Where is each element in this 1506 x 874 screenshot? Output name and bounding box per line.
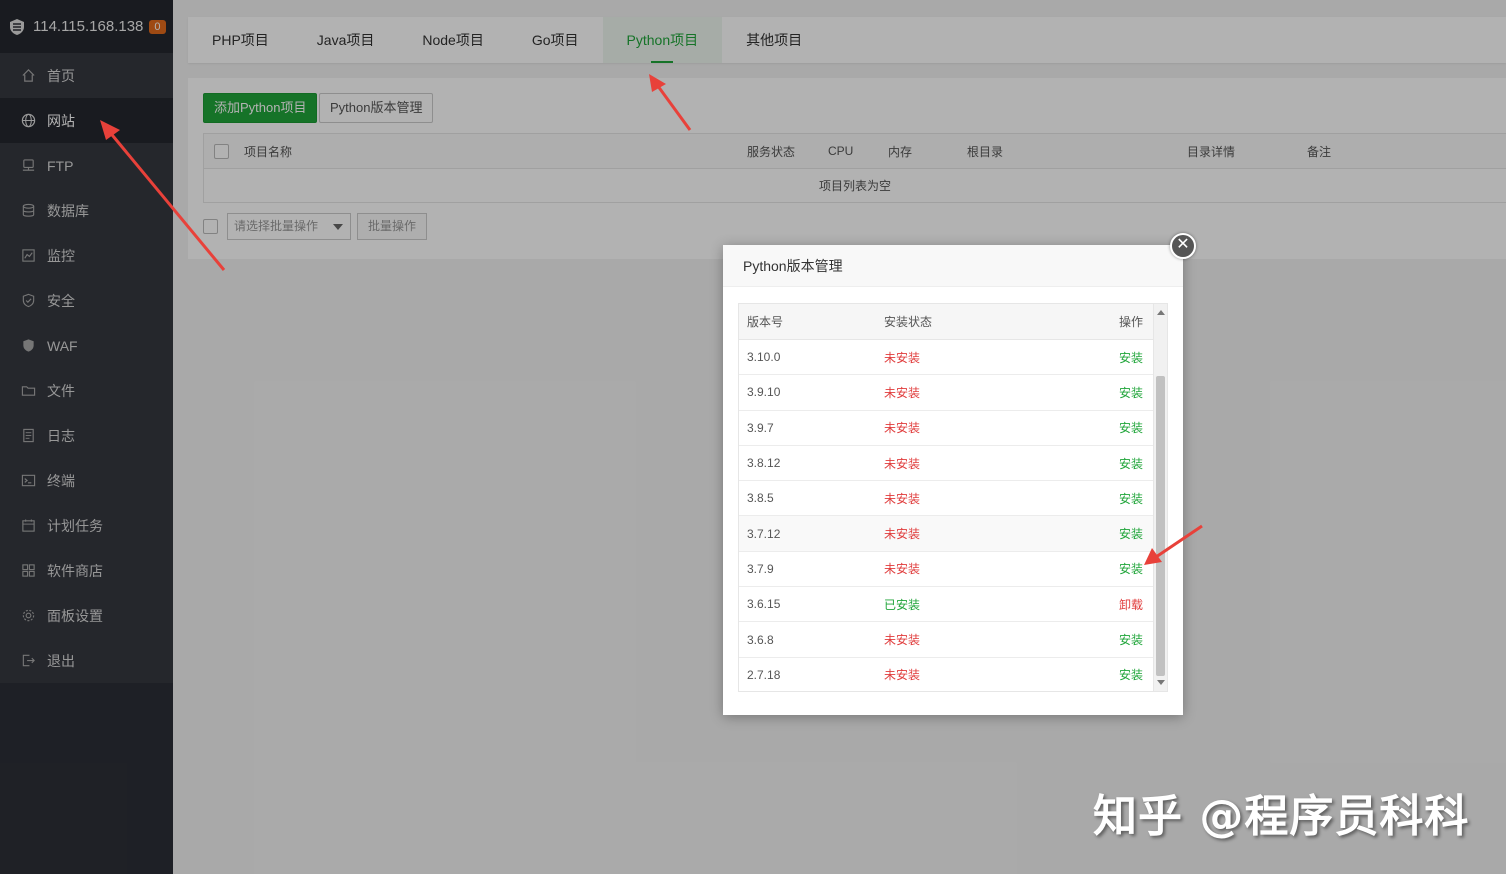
version-number: 3.8.5 bbox=[747, 491, 774, 506]
version-row: 3.9.7 未安装 安装 bbox=[739, 411, 1153, 446]
install-button[interactable]: 安装 bbox=[1119, 384, 1143, 401]
version-number: 3.6.15 bbox=[747, 597, 781, 612]
install-status: 未安装 bbox=[884, 527, 921, 542]
scroll-up-arrow-icon[interactable] bbox=[1157, 310, 1165, 315]
install-status: 未安装 bbox=[884, 421, 921, 436]
version-row: 3.8.5 未安装 安装 bbox=[739, 481, 1153, 517]
version-table-header: 版本号 安装状态 操作 bbox=[739, 304, 1153, 340]
version-row: 3.6.8 未安装 安装 bbox=[739, 622, 1153, 658]
version-number: 3.7.9 bbox=[747, 561, 774, 576]
version-number: 3.9.7 bbox=[747, 420, 774, 435]
version-scrollbar[interactable] bbox=[1153, 304, 1167, 691]
install-button[interactable]: 安装 bbox=[1119, 455, 1143, 472]
version-row: 3.7.9 未安装 安装 bbox=[739, 552, 1153, 588]
version-rows: 3.10.0 未安装 安装 3.9.10 未安装 安装 3.9.7 未安装 安装 3.8.12 未安… bbox=[739, 340, 1167, 691]
version-number: 3.9.10 bbox=[747, 385, 781, 400]
install-button[interactable]: 安装 bbox=[1119, 419, 1143, 436]
install-status: 未安装 bbox=[884, 350, 921, 365]
install-button[interactable]: 安装 bbox=[1119, 631, 1143, 648]
version-row: 3.7.12 未安装 安装 bbox=[739, 516, 1153, 552]
install-button[interactable]: 安装 bbox=[1119, 560, 1143, 577]
version-number: 3.7.12 bbox=[747, 526, 781, 541]
zhihu-watermark: 知乎 @程序员科科 bbox=[1093, 791, 1470, 842]
version-row: 3.6.15 已安装 卸载 bbox=[739, 587, 1153, 623]
col-install-status: 安装状态 bbox=[884, 315, 933, 329]
version-row: 2.7.18 未安装 安装 bbox=[739, 658, 1153, 691]
col-operation: 操作 bbox=[1118, 315, 1143, 329]
version-number: 2.7.18 bbox=[747, 667, 781, 682]
install-button[interactable]: 安装 bbox=[1119, 525, 1143, 542]
version-number: 3.6.8 bbox=[747, 632, 774, 647]
version-row: 3.9.10 未安装 安装 bbox=[739, 375, 1153, 411]
install-button[interactable]: 安装 bbox=[1119, 490, 1143, 507]
install-status: 未安装 bbox=[884, 456, 921, 471]
install-status: 未安装 bbox=[884, 668, 921, 683]
install-button[interactable]: 安装 bbox=[1119, 666, 1143, 683]
col-version: 版本号 bbox=[747, 315, 784, 329]
dialog-title: Python版本管理 bbox=[723, 245, 1183, 287]
python-version-dialog: Python版本管理 ✕ 版本号 安装状态 操作 3.10.0 未安装 安装 3.9.… bbox=[723, 233, 1196, 715]
install-status: 已安装 bbox=[884, 597, 921, 612]
install-status: 未安装 bbox=[884, 633, 921, 648]
version-number: 3.10.0 bbox=[747, 350, 781, 365]
uninstall-button[interactable]: 卸载 bbox=[1119, 596, 1143, 613]
version-row: 3.10.0 未安装 安装 bbox=[739, 340, 1153, 376]
version-row: 3.8.12 未安装 安装 bbox=[739, 446, 1153, 482]
install-status: 未安装 bbox=[884, 385, 921, 400]
install-status: 未安装 bbox=[884, 491, 921, 506]
version-number: 3.8.12 bbox=[747, 456, 781, 471]
version-table: 版本号 安装状态 操作 3.10.0 未安装 安装 3.9.10 未安装 安装 3.9.7 未… bbox=[738, 303, 1168, 692]
install-status: 未安装 bbox=[884, 562, 921, 577]
install-button[interactable]: 安装 bbox=[1119, 349, 1143, 366]
scroll-down-arrow-icon[interactable] bbox=[1157, 680, 1165, 685]
scroll-thumb[interactable] bbox=[1156, 376, 1165, 676]
close-icon[interactable]: ✕ bbox=[1170, 233, 1196, 259]
